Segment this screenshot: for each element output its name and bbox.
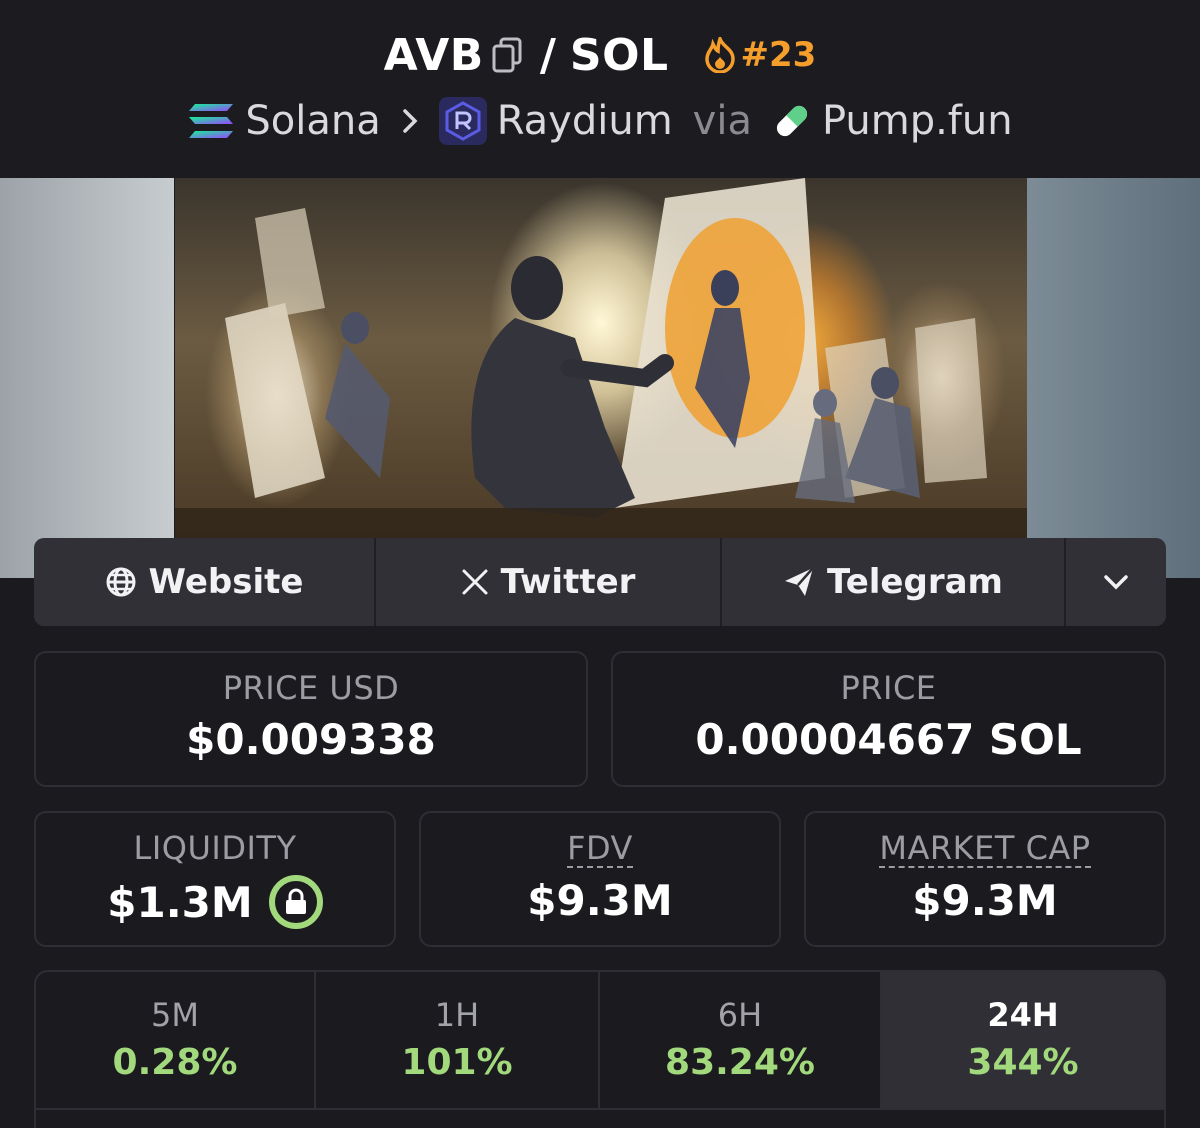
copy-icon[interactable] <box>492 37 522 73</box>
chevron-right-icon <box>401 107 419 135</box>
price-change-value: 344% <box>967 1042 1079 1083</box>
lock-icon[interactable] <box>268 875 323 929</box>
x-logo-icon <box>461 568 489 596</box>
price-usd-label: PRICE USD <box>222 669 400 707</box>
chain-link[interactable]: Solana <box>245 98 380 144</box>
tab-24h[interactable]: 24H 344% <box>882 972 1164 1108</box>
pill-icon <box>772 101 812 141</box>
price-usd-value: $0.009338 <box>186 715 436 764</box>
liquidity-card: LIQUIDITY $1.3M <box>34 811 396 947</box>
fdv-label[interactable]: FDV <box>567 831 633 868</box>
trending-rank[interactable]: #23 <box>703 35 817 75</box>
pair-header: AVB / SOL #23 Solana Raydium via Pump.fu… <box>0 0 1200 178</box>
timeframe-label: 5M <box>151 996 199 1034</box>
dex-link[interactable]: Raydium <box>497 98 673 144</box>
quote-symbol: SOL <box>569 29 669 81</box>
price-change-value: 83.24% <box>665 1042 815 1083</box>
chevron-down-icon <box>1104 575 1128 590</box>
website-label: Website <box>148 562 304 602</box>
timeframe-label: 1H <box>434 996 480 1034</box>
breadcrumb: Solana Raydium via Pump.fun <box>0 94 1200 148</box>
telegram-button[interactable]: Telegram <box>722 538 1066 626</box>
timeframe-label: 24H <box>987 996 1059 1034</box>
token-banner <box>0 178 1200 578</box>
globe-icon <box>105 566 137 598</box>
fdv-value: $9.3M <box>527 875 673 925</box>
token-symbol: AVB <box>383 29 484 81</box>
fdv-card: FDV $9.3M <box>419 811 781 947</box>
tab-1h[interactable]: 1H 101% <box>316 972 600 1108</box>
fire-icon <box>704 37 735 73</box>
solana-logo-icon <box>187 102 235 140</box>
rank-value: #23 <box>740 35 817 75</box>
price-change-panel: 5M 0.28% 1H 101% 6H 83.24% 24H 344% <box>34 970 1166 1128</box>
price-usd-card: PRICE USD $0.009338 <box>34 651 588 787</box>
telegram-icon <box>783 566 815 598</box>
raydium-logo-icon <box>438 97 487 145</box>
tab-6h[interactable]: 6H 83.24% <box>600 972 882 1108</box>
price-native-label: PRICE <box>840 669 937 707</box>
website-button[interactable]: Website <box>34 538 376 626</box>
price-native-card: PRICE 0.00004667 SOL <box>611 651 1166 787</box>
pair-separator: / <box>539 29 556 81</box>
social-links-bar: Website Twitter Telegram <box>34 538 1166 626</box>
via-text: via <box>692 98 752 144</box>
twitter-label: Twitter <box>500 562 636 602</box>
tab-5m[interactable]: 5M 0.28% <box>36 972 316 1108</box>
market-cap-label[interactable]: MARKET CAP <box>879 831 1091 868</box>
timeframe-tabs: 5M 0.28% 1H 101% 6H 83.24% 24H 344% <box>36 972 1164 1110</box>
liquidity-label: LIQUIDITY <box>133 829 297 867</box>
price-change-value: 101% <box>401 1042 513 1083</box>
market-cap-card: MARKET CAP $9.3M <box>804 811 1166 947</box>
pair-title: AVB / SOL #23 <box>0 26 1200 84</box>
price-change-value: 0.28% <box>112 1042 238 1083</box>
telegram-label: Telegram <box>827 562 1003 602</box>
price-native-value: 0.00004667 SOL <box>695 715 1082 764</box>
liquidity-value: $1.3M <box>107 877 253 927</box>
twitter-button[interactable]: Twitter <box>376 538 722 626</box>
more-links-button[interactable] <box>1066 538 1166 626</box>
banner-image <box>175 178 1027 540</box>
market-cap-value: $9.3M <box>912 875 1058 925</box>
launchpad-link[interactable]: Pump.fun <box>822 98 1013 144</box>
timeframe-label: 6H <box>717 996 763 1034</box>
